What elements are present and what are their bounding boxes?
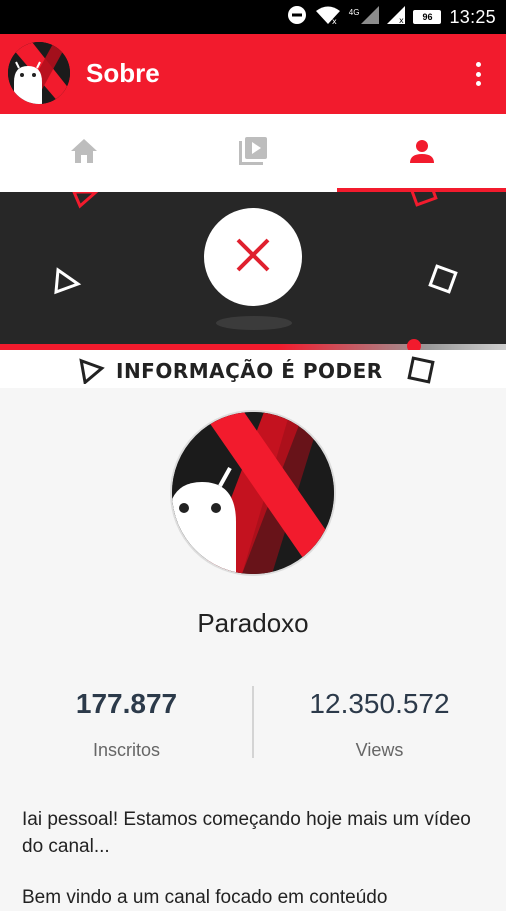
- tab-about[interactable]: [337, 114, 506, 192]
- channel-description-continued: Bem vindo a um canal focado em conteúdo: [22, 887, 388, 908]
- signal-icon: x: [387, 5, 406, 29]
- app-logo: [8, 42, 70, 104]
- tab-home[interactable]: [0, 114, 169, 192]
- tab-videos[interactable]: [169, 114, 338, 192]
- status-time: 13:25: [449, 6, 496, 27]
- channel-description: Iai pessoal! Estamos começando hoje mais…: [22, 809, 471, 857]
- svg-text:x: x: [332, 17, 337, 25]
- status-bar: x 4G x 96 13:25: [0, 0, 506, 34]
- signal-icon: [361, 5, 380, 29]
- channel-avatar: [170, 410, 336, 576]
- banner-logo-shadow: [216, 316, 292, 330]
- views-stat: 12.350.572 Views: [253, 688, 506, 761]
- triangle-decoration-icon: [52, 266, 82, 301]
- triangle-decoration-icon: [78, 356, 106, 389]
- subscribers-stat: 177.877 Inscritos: [0, 688, 253, 761]
- square-decoration-icon: [426, 262, 460, 301]
- square-decoration-icon: [404, 353, 438, 392]
- channel-name: Paradoxo: [197, 608, 309, 638]
- person-icon: [408, 137, 436, 170]
- home-icon: [69, 137, 99, 170]
- more-vert-icon[interactable]: [466, 58, 490, 90]
- header-banner: [0, 192, 506, 344]
- square-decoration-icon: [408, 192, 440, 217]
- views-count: 12.350.572: [309, 688, 450, 719]
- x-logo-icon: [233, 235, 273, 280]
- network-type: 4G: [348, 7, 360, 17]
- app-bar: Sobre: [0, 34, 506, 114]
- tab-bar: [0, 114, 506, 192]
- motto-text: INFORMAÇÃO É PODER: [116, 359, 383, 383]
- video-library-icon: [237, 135, 269, 172]
- status-icons: x 4G x 96 13:25: [287, 0, 496, 34]
- subscribers-label: Inscritos: [92, 740, 161, 760]
- views-label: Views: [355, 740, 404, 760]
- banner-logo: [204, 208, 302, 306]
- page-title: Sobre: [86, 58, 160, 88]
- battery-level: 96: [422, 12, 433, 22]
- wifi-icon: x: [315, 5, 341, 30]
- triangle-decoration-icon: [70, 192, 100, 215]
- do-not-disturb-icon: [287, 5, 307, 30]
- motto-bar: INFORMAÇÃO É PODER: [0, 350, 506, 388]
- subscribers-count: 177.877: [75, 688, 178, 719]
- svg-text:x: x: [399, 16, 404, 24]
- battery-icon: 96: [413, 10, 442, 24]
